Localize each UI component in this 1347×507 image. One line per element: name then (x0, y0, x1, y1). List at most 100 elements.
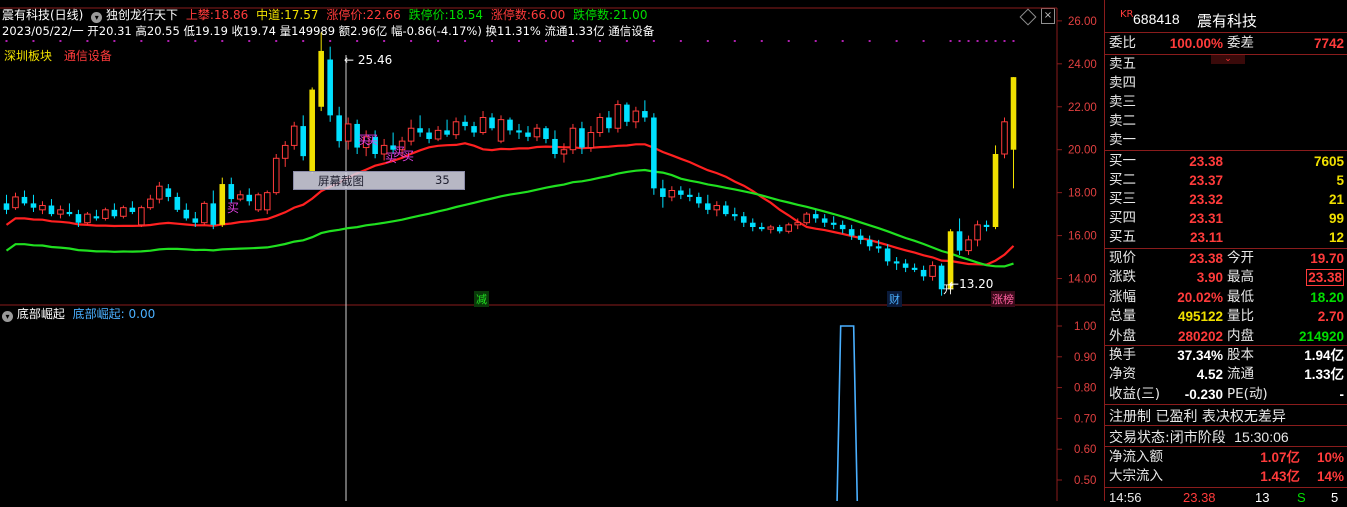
screenshot-tooltip[interactable]: 屏幕截图 35 (293, 171, 465, 190)
ask-row[interactable]: 卖五 (1105, 55, 1347, 74)
candle-body (138, 207, 145, 226)
quote-row: 涨幅 20.02% 最低 18.20 (1105, 288, 1347, 307)
signal-dot (760, 40, 763, 42)
weibi-value: 100.00% (1169, 36, 1223, 51)
candle-body (569, 127, 577, 151)
ma-green-line (5, 168, 1014, 268)
ask-label: 卖一 (1109, 132, 1136, 148)
candle-body (668, 190, 676, 198)
signal-dot (5, 40, 8, 42)
candle-body (552, 138, 558, 154)
kr-tag: KR (1120, 9, 1134, 20)
bid-price: 23.31 (1189, 211, 1223, 226)
candle-body (174, 196, 181, 210)
netflow-value: 1.07亿 (1260, 450, 1300, 465)
bigflow-label: 大宗流入 (1109, 468, 1163, 484)
peak-price-label: ← 25.46 (344, 53, 393, 67)
stat-row: 换手 37.34% 股本 1.94亿 (1105, 346, 1347, 365)
bigflow-row: 大宗流入 1.43亿 14% (1105, 467, 1347, 486)
tick-price: 23.38 (1183, 490, 1216, 505)
candle-body (21, 196, 28, 204)
indicator-line (836, 325, 859, 501)
separator (1105, 32, 1347, 33)
signal-dot (517, 40, 520, 42)
quote-row: 涨跌 3.90 最高 23.38 (1105, 268, 1347, 287)
bid-row[interactable]: 买三 23.32 21 (1105, 190, 1347, 209)
candle-body (687, 194, 693, 197)
stat-label: PE(动) (1227, 385, 1268, 402)
weicha-value: 7742 (1313, 36, 1344, 51)
event-reduce-mark[interactable]: 减 (474, 291, 489, 307)
stock-name: 震有科技 (1197, 12, 1258, 30)
trade-status-label: 交易状态: (1109, 430, 1170, 446)
candle-body (39, 205, 46, 211)
signal-dot (787, 40, 790, 42)
bid-price: 23.38 (1189, 154, 1223, 169)
signal-dot (922, 40, 925, 42)
candle-body (713, 205, 721, 211)
bid-row[interactable]: 买一 23.38 7605 (1105, 152, 1347, 171)
event-rank-mark[interactable]: 涨榜 (991, 291, 1015, 307)
bid-row[interactable]: 买二 23.37 5 (1105, 171, 1347, 190)
axis-tick-label: 14.00 (1068, 274, 1097, 286)
candle-body (444, 130, 450, 135)
event-finance-mark[interactable]: 财 (887, 291, 902, 307)
candle-body (57, 209, 64, 215)
candle-body (102, 209, 109, 219)
candle-body (543, 128, 549, 139)
candle-body (875, 246, 882, 249)
axis-tick-label: 26.00 (1068, 16, 1097, 28)
ask-row[interactable]: 卖四 (1105, 74, 1347, 93)
indicator-name[interactable]: 底部崛起 (17, 307, 65, 321)
indicator-toggle-icon[interactable]: ▾ (2, 311, 13, 322)
candle-body (452, 121, 460, 136)
signal-dot (464, 40, 467, 42)
indicator-axis-label: 0.70 (1074, 413, 1096, 425)
stock-code: 688418 (1133, 11, 1180, 27)
candle-body (300, 126, 306, 157)
signal-dot (140, 40, 143, 42)
candle-body (794, 222, 802, 226)
ask-row[interactable]: 卖二 (1105, 112, 1347, 131)
bid-row[interactable]: 买四 23.31 99 (1105, 209, 1347, 228)
candle-body (533, 127, 541, 138)
candle-body (974, 224, 981, 241)
candle-body (192, 218, 199, 223)
candle-body (479, 117, 487, 134)
ask-row[interactable]: 卖一 (1105, 131, 1347, 150)
signal-dot (733, 40, 736, 42)
candle-body (336, 115, 342, 142)
bid-volume: 21 (1328, 192, 1344, 207)
signal-dot (895, 40, 898, 42)
candle-body (821, 218, 828, 223)
candle-body (48, 205, 55, 215)
signal-dot (1003, 40, 1006, 42)
bid-label: 买五 (1109, 229, 1136, 245)
low-price-label: ←13.20 (949, 277, 994, 291)
axis-tick-label: 20.00 (1068, 145, 1097, 157)
candle-body (165, 188, 172, 197)
signal-dot (814, 40, 817, 42)
candle-body (254, 194, 262, 211)
signal-dot (994, 40, 997, 42)
signal-dot (949, 40, 952, 42)
tick-volume: 13 (1255, 490, 1270, 505)
screenshot-tip-num: 35 (435, 173, 450, 187)
axis-tick-label: 16.00 (1068, 231, 1097, 243)
signal-dot (356, 40, 359, 42)
candle-body (525, 132, 531, 137)
bid-row[interactable]: 买五 23.11 12 (1105, 228, 1347, 247)
candle-body (1001, 121, 1008, 155)
ask-row[interactable]: 卖三 (1105, 93, 1347, 112)
signal-dot (976, 40, 979, 42)
candlestick-chart[interactable]: 26.00 24.00 22.00 20.00 18.00 16.00 14.00 1.00… (0, 0, 1104, 501)
candle-body (507, 119, 513, 131)
signal-dot (221, 40, 224, 42)
candle-body (3, 203, 10, 210)
candle-body (219, 184, 226, 225)
quote-value: 23.38 (1306, 269, 1344, 287)
bid-volume: 5 (1336, 173, 1344, 188)
bid-label: 买一 (1109, 153, 1136, 169)
buy-mark: 买 (227, 201, 240, 215)
weibi-row: 委比 100.00% 委差 7742 (1105, 34, 1347, 53)
